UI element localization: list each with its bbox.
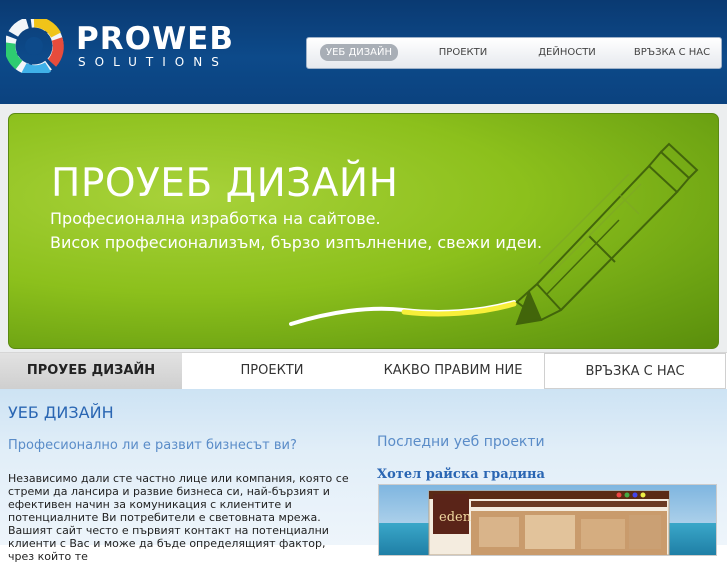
top-navigation: УЕБ ДИЗАЙН ПРОЕКТИ ДЕЙНОСТИ ВРЪЗКА С НАС [306, 37, 722, 69]
tab-contact[interactable]: ВРЪЗКА С НАС [544, 353, 726, 389]
recent-projects-heading: Последни уеб проекти [377, 434, 545, 450]
tab-label: ВРЪЗКА С НАС [585, 364, 685, 379]
banner-frame: ПРОУЕБ ДИЗАЙН Професионална изработка на… [0, 104, 727, 352]
banner-title: ПРОУЕБ ДИЗАЙН [51, 161, 399, 206]
tab-label: ПРОУЕБ ДИЗАЙН [26, 363, 156, 378]
topnav-item-label: УЕБ ДИЗАЙН [320, 44, 398, 61]
logo-title: PROWEB [76, 21, 234, 57]
topnav-item-projects[interactable]: ПРОЕКТИ [425, 38, 501, 68]
section-tabs: ПРОУЕБ ДИЗАЙН ПРОЕКТИ КАКВО ПРАВИМ НИЕ В… [0, 352, 727, 390]
tab-what-we-do[interactable]: КАКВО ПРАВИМ НИЕ [362, 353, 544, 389]
intro-paragraph: Независимо дали сте частно лице или комп… [8, 472, 349, 563]
tab-label: ПРОЕКТИ [240, 363, 304, 378]
topnav-item-label: ПРОЕКТИ [438, 47, 488, 58]
site-header: PROWEB SOLUTIONS УЕБ ДИЗАЙН ПРОЕКТИ ДЕЙН… [0, 0, 727, 104]
topnav-item-web-design[interactable]: УЕБ ДИЗАЙН [319, 38, 399, 68]
tab-projects[interactable]: ПРОЕКТИ [182, 353, 362, 389]
topnav-item-contact[interactable]: ВРЪЗКА С НАС [627, 38, 717, 68]
banner-tagline-2: Висок професионализъм, бързо изпълнение,… [50, 233, 543, 252]
logo-mark-icon [6, 19, 64, 73]
logo[interactable]: PROWEB SOLUTIONS [6, 19, 246, 73]
tab-proweb-design[interactable]: ПРОУЕБ ДИЗАЙН [0, 353, 182, 389]
project-link[interactable]: Хотел райска градина [377, 467, 545, 483]
main-content: УЕБ ДИЗАЙН Професионално ли е развит биз… [0, 389, 727, 563]
tab-label: КАКВО ПРАВИМ НИЕ [383, 363, 523, 378]
topnav-item-label: ВРЪЗКА С НАС [633, 47, 711, 58]
section-question: Професионално ли е развит бизнесът ви? [8, 438, 297, 453]
topnav-item-label: ДЕЙНОСТИ [538, 47, 596, 58]
banner-tagline-1: Професионална изработка на сайтове. [50, 209, 381, 228]
page-title: УЕБ ДИЗАЙН [8, 403, 114, 422]
topnav-item-activities[interactable]: ДЕЙНОСТИ [527, 38, 607, 68]
hero-banner: ПРОУЕБ ДИЗАЙН Професионална изработка на… [8, 113, 719, 349]
logo-subtitle: SOLUTIONS [78, 55, 228, 69]
thumb-brand-text: eden [439, 510, 472, 525]
project-thumbnail[interactable]: eden [378, 484, 717, 556]
